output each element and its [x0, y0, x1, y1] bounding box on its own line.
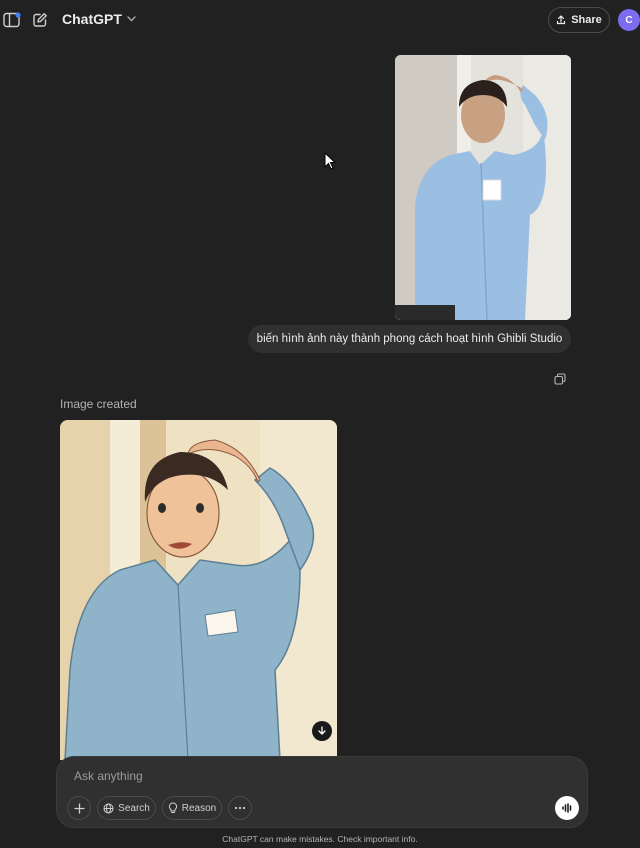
- search-button[interactable]: Search: [97, 796, 156, 820]
- edit-icon[interactable]: [30, 10, 50, 30]
- plus-icon: [73, 802, 85, 814]
- ellipsis-icon: [234, 806, 246, 810]
- user-uploaded-photo[interactable]: [395, 55, 571, 320]
- copy-icon[interactable]: [554, 372, 566, 385]
- search-label: Search: [118, 802, 150, 814]
- chevron-down-icon: [127, 16, 136, 22]
- share-label: Share: [571, 14, 602, 26]
- sidebar-icon[interactable]: [2, 10, 22, 30]
- avatar[interactable]: C: [618, 9, 640, 31]
- image-created-label: Image created: [60, 397, 137, 411]
- model-selector[interactable]: ChatGPT: [62, 11, 136, 27]
- voice-mode-button[interactable]: [555, 796, 579, 820]
- user-message-text: biến hình ảnh này thành phong cách hoạt …: [256, 333, 563, 345]
- user-message-bubble: biến hình ảnh này thành phong cách hoạt …: [248, 325, 571, 353]
- reason-label: Reason: [181, 802, 217, 814]
- download-icon: [318, 726, 326, 735]
- disclaimer-text: ChatGPT can make mistakes. Check importa…: [222, 834, 418, 844]
- lightbulb-icon: [168, 802, 177, 813]
- avatar-initial: C: [625, 14, 633, 26]
- upload-icon: [557, 15, 566, 25]
- globe-icon: [103, 803, 114, 813]
- more-button[interactable]: [228, 796, 252, 820]
- voice-wave-icon: [562, 803, 572, 813]
- model-name: ChatGPT: [62, 11, 122, 27]
- attach-button[interactable]: [67, 796, 91, 820]
- download-button[interactable]: [312, 721, 332, 741]
- prompt-input[interactable]: [74, 768, 534, 784]
- share-button[interactable]: Share: [548, 7, 610, 33]
- mouse-cursor-icon: [324, 151, 337, 175]
- reason-button[interactable]: Reason: [162, 796, 222, 820]
- generated-image[interactable]: [60, 420, 337, 760]
- top-bar: ChatGPT Share C: [0, 0, 640, 40]
